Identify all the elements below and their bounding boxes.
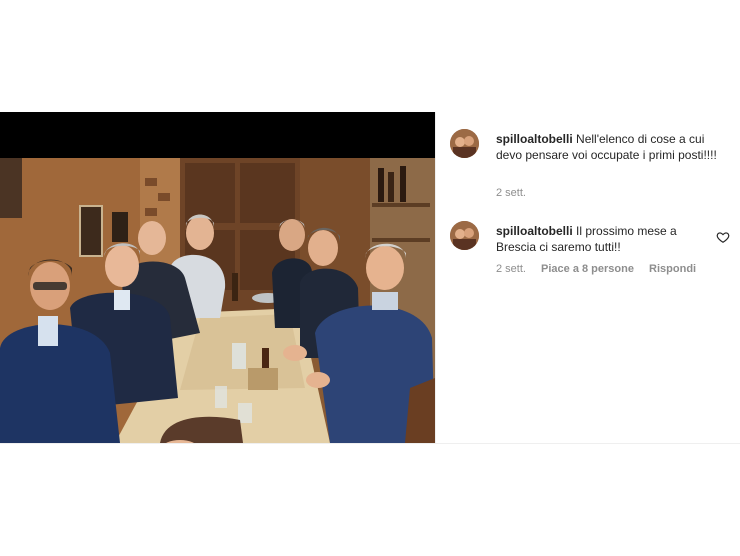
instagram-post: spilloaltobelli Nell'elenco di cose a cu… (0, 112, 740, 443)
reply-button[interactable]: Rispondi (649, 263, 696, 275)
comment-time[interactable]: 2 sett. (496, 263, 526, 275)
post-bottom-border (0, 443, 740, 444)
media-letterbox-bar (0, 112, 435, 158)
comment-meta: 2 sett. Piace a 8 persone Rispondi (496, 263, 708, 275)
group-dinner-photo (0, 158, 435, 443)
comment-meta: 2 sett. (496, 187, 538, 199)
comment-likes-link[interactable]: Piace a 8 persone (541, 263, 634, 275)
avatar-image (450, 129, 479, 158)
comment-username[interactable]: spilloaltobelli (496, 132, 573, 146)
comment-text: spilloaltobelli Il prossimo mese a Bresc… (496, 223, 718, 255)
comment-time[interactable]: 2 sett. (496, 187, 526, 199)
comment-username[interactable]: spilloaltobelli (496, 224, 573, 238)
avatar[interactable] (450, 221, 479, 250)
post-media[interactable] (0, 112, 435, 443)
comments-panel: spilloaltobelli Nell'elenco di cose a cu… (436, 112, 740, 443)
comment-text: spilloaltobelli Nell'elenco di cose a cu… (496, 131, 718, 163)
avatar[interactable] (450, 129, 479, 158)
heart-outline-icon[interactable] (716, 230, 730, 244)
avatar-image (450, 221, 479, 250)
